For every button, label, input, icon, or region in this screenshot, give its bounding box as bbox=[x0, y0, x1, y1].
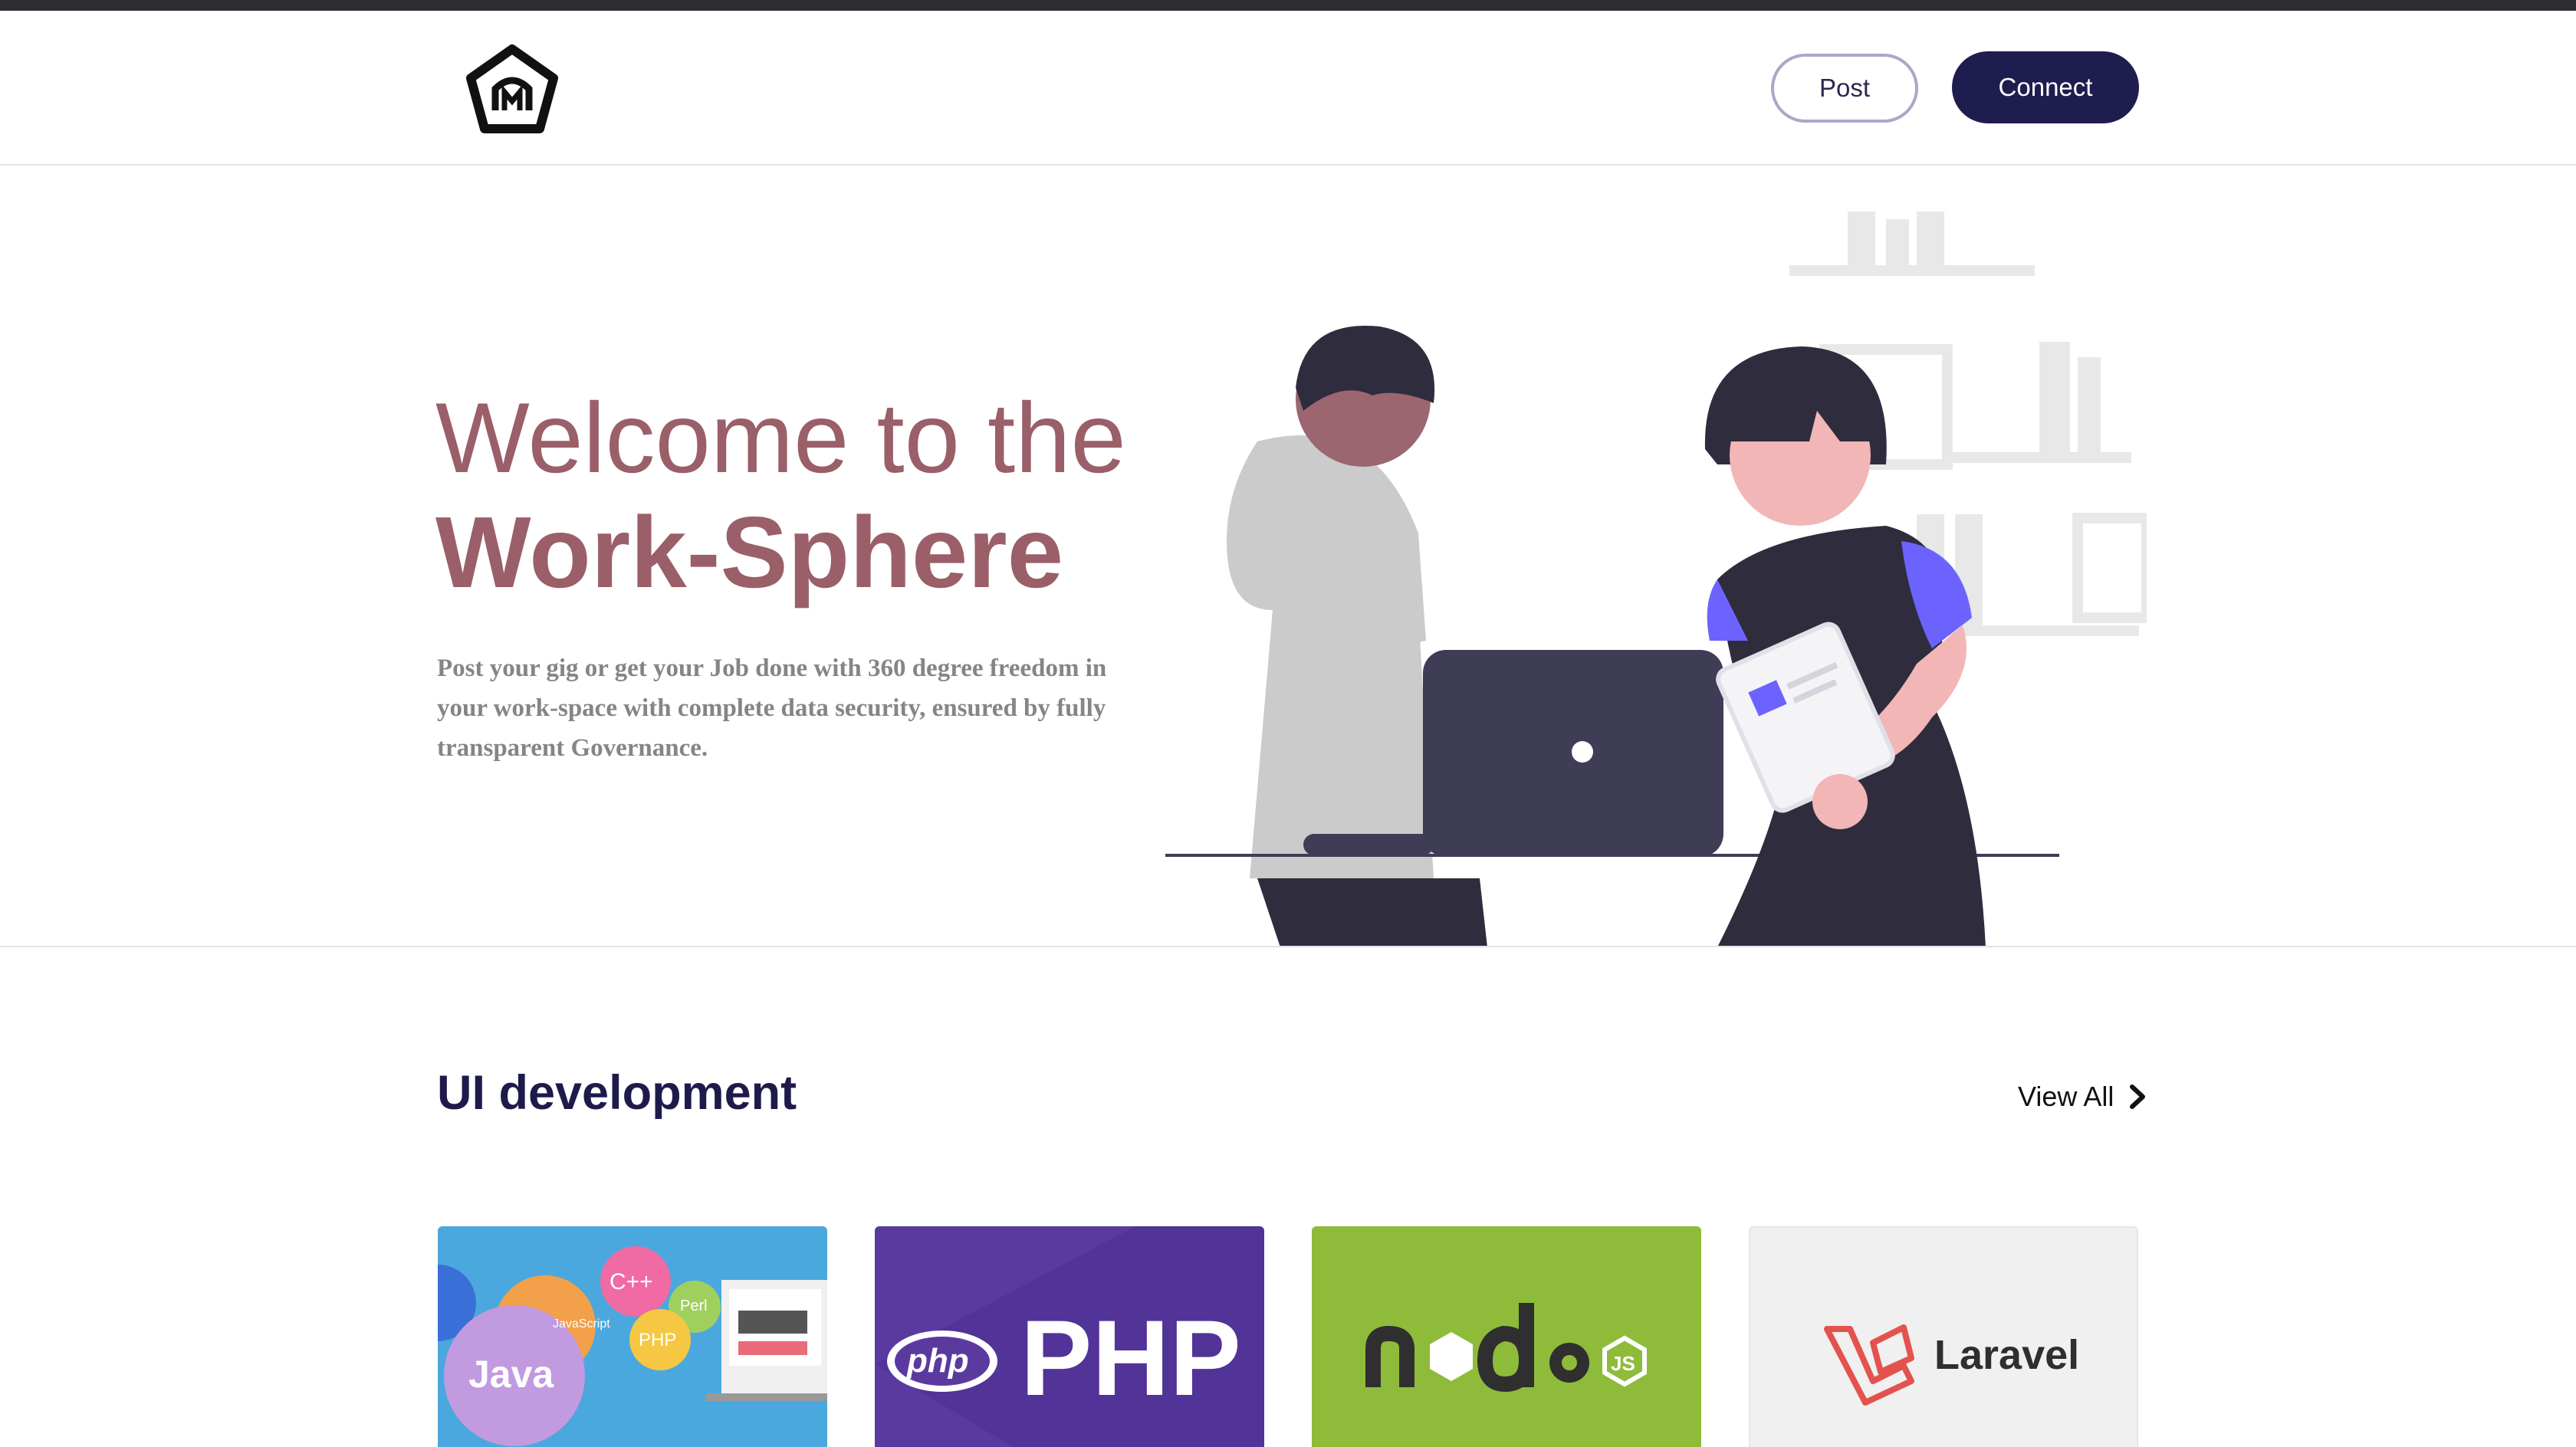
svg-text:PHP: PHP bbox=[1020, 1298, 1241, 1418]
view-all-label: View All bbox=[2018, 1081, 2114, 1112]
section-title: UI development bbox=[437, 1066, 797, 1120]
people-working-illustration bbox=[1165, 212, 2147, 946]
hero-title-line2: Work-Sphere bbox=[435, 496, 1064, 609]
svg-text:JS: JS bbox=[1611, 1352, 1635, 1375]
view-all-link[interactable]: View All bbox=[2018, 1081, 2147, 1113]
hero-description: Post your gig or get your Job done with … bbox=[437, 655, 1107, 762]
svg-text:PHP: PHP bbox=[639, 1330, 676, 1350]
top-navigation: Post Connect bbox=[0, 11, 2576, 166]
node-logo-graphic: JS bbox=[1365, 1303, 1647, 1393]
java-languages-graphic: C++ Perl JavaScript PHP Java bbox=[438, 1246, 827, 1446]
svg-text:C++: C++ bbox=[610, 1269, 653, 1294]
post-button[interactable]: Post bbox=[1771, 54, 1918, 123]
laravel-logo-graphic: Laravel bbox=[1824, 1324, 2079, 1406]
hero-section: Welcome to the Work-Sphere Post your gig… bbox=[0, 166, 2576, 947]
connect-button[interactable]: Connect bbox=[1952, 51, 2139, 123]
svg-text:Java: Java bbox=[468, 1353, 554, 1396]
svg-text:Perl: Perl bbox=[680, 1298, 708, 1314]
svg-text:php: php bbox=[906, 1342, 969, 1380]
browser-top-bar bbox=[0, 0, 2576, 11]
workspace-logo-icon[interactable] bbox=[465, 43, 560, 143]
course-card-php[interactable]: php PHP bbox=[875, 1226, 1264, 1447]
hero-title: Welcome to the Work-Sphere bbox=[435, 380, 1126, 610]
hero-title-line1: Welcome to the bbox=[435, 382, 1126, 494]
course-card-laravel[interactable]: Laravel bbox=[1749, 1226, 2138, 1447]
php-logo-graphic: php PHP bbox=[875, 1226, 1264, 1447]
svg-text:JavaScript: JavaScript bbox=[553, 1317, 610, 1331]
course-card-node[interactable]: JS bbox=[1312, 1226, 1701, 1447]
chevron-right-icon bbox=[2130, 1084, 2146, 1109]
course-card-java[interactable]: C++ Perl JavaScript PHP Java bbox=[438, 1226, 827, 1447]
svg-text:Laravel: Laravel bbox=[1934, 1332, 2079, 1378]
